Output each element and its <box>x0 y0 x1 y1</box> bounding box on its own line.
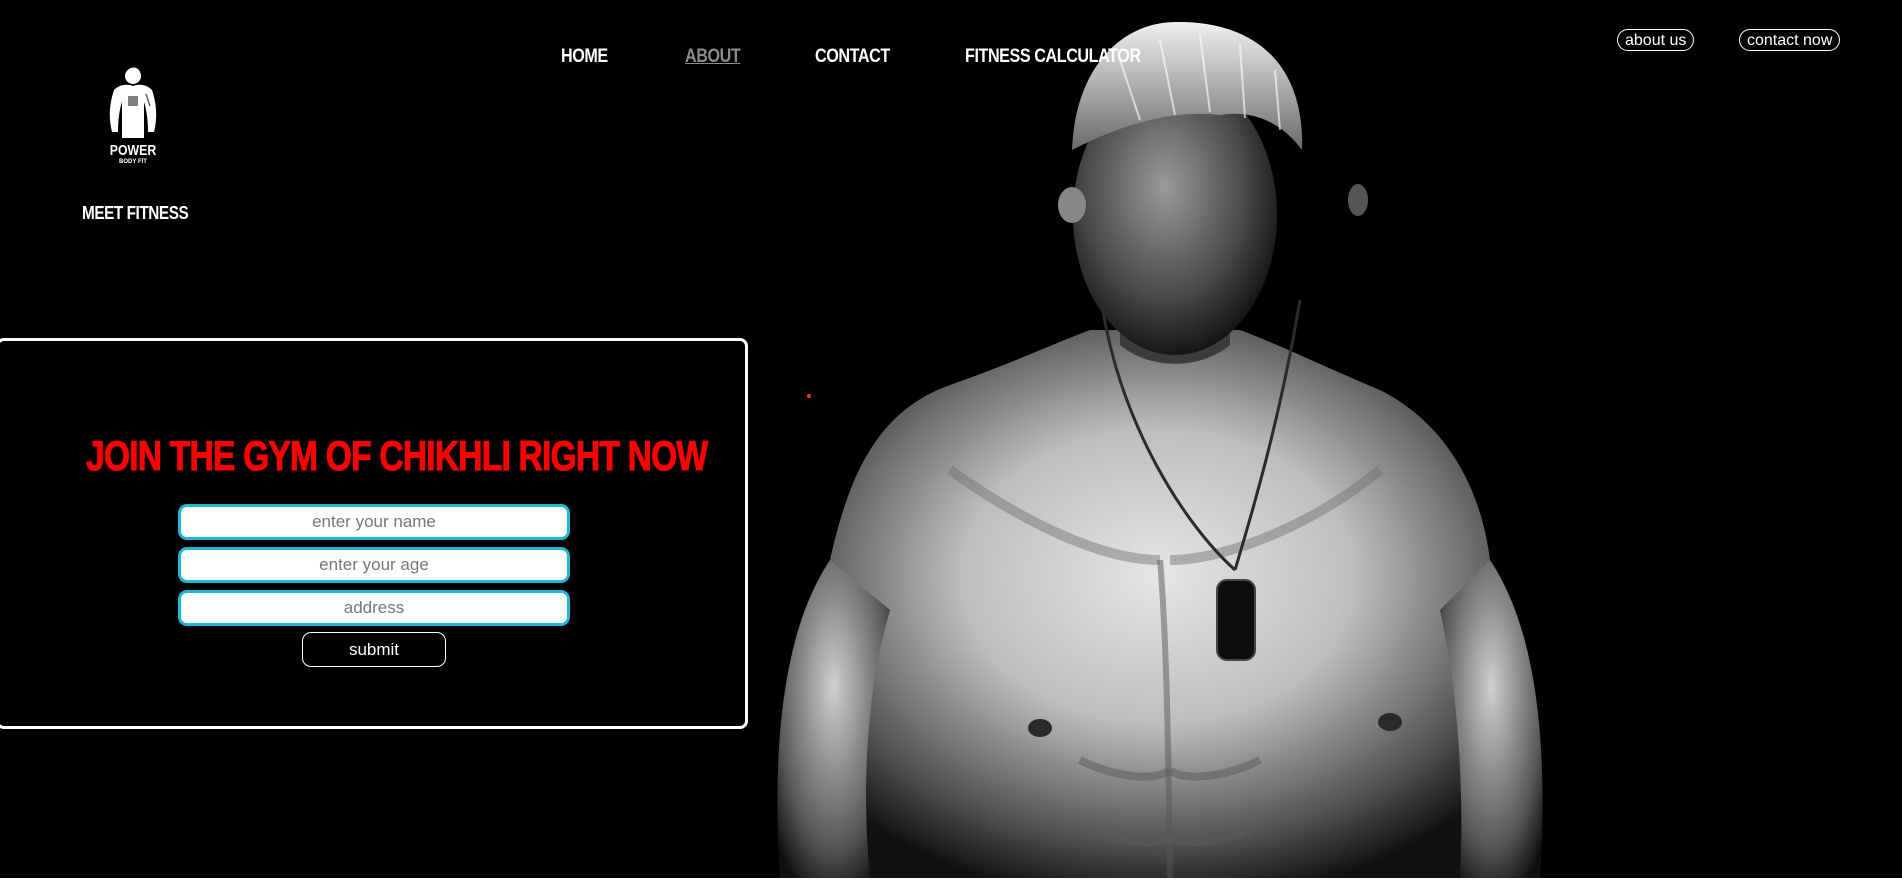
decorative-dot <box>807 394 811 398</box>
hero-image <box>777 21 1543 878</box>
address-input[interactable] <box>178 590 570 626</box>
about-us-button[interactable]: about us <box>1617 29 1695 51</box>
nav-fitness-calculator[interactable]: FITNESS CALCULATOR <box>965 46 1141 68</box>
contact-now-button[interactable]: contact now <box>1739 29 1841 51</box>
name-input[interactable] <box>178 504 570 540</box>
age-input[interactable] <box>178 547 570 583</box>
page-viewport: POWER BODY FIT MEET FITNESS HOME ABOUT C… <box>0 0 1902 878</box>
tagline: MEET FITNESS <box>82 203 189 223</box>
bodybuilder-silhouette-icon <box>109 67 157 138</box>
nav-about[interactable]: ABOUT <box>685 46 741 68</box>
submit-button[interactable]: submit <box>302 632 446 667</box>
nav-home[interactable]: HOME <box>561 46 608 68</box>
logo[interactable]: POWER BODY FIT <box>102 66 164 168</box>
logo-subtitle: BODY FIT <box>119 159 147 165</box>
logo-name: POWER <box>109 142 157 159</box>
join-form-title: JOIN THE GYM OF CHIKHLI RIGHT NOW <box>86 432 709 480</box>
nav-contact[interactable]: CONTACT <box>815 46 890 68</box>
